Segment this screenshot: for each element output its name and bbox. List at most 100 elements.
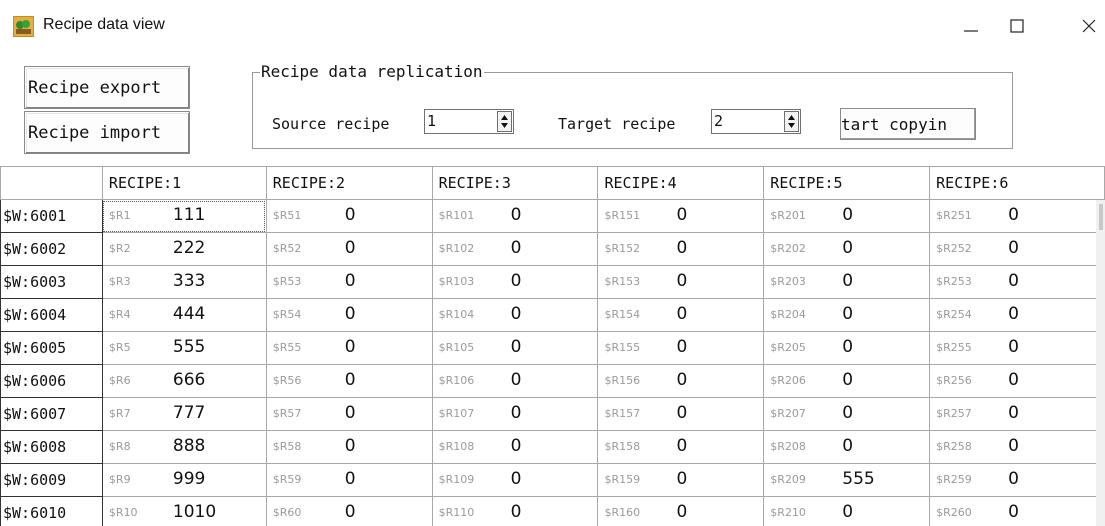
recipe-import-button[interactable]: Recipe import <box>24 111 190 154</box>
cell-value[interactable]: 444 <box>173 304 205 324</box>
cell-value[interactable]: 0 <box>511 238 522 258</box>
table-cell[interactable]: $R260 0 <box>929 496 1105 526</box>
column-header[interactable]: RECIPE:2 <box>265 166 433 200</box>
table-cell[interactable]: $R159 0 <box>597 463 765 497</box>
cell-value[interactable]: 0 <box>1008 469 1019 489</box>
table-cell[interactable]: $R206 0 <box>763 364 931 398</box>
table-cell[interactable]: $R1 111 <box>101 199 267 233</box>
row-header[interactable]: $W:6010 <box>0 496 103 526</box>
table-cell[interactable]: $R254 0 <box>929 298 1105 332</box>
cell-value[interactable]: 0 <box>345 469 356 489</box>
cell-value[interactable]: 0 <box>676 469 687 489</box>
cell-value[interactable]: 0 <box>511 205 522 225</box>
source-recipe-value[interactable]: 1 <box>427 112 436 130</box>
table-cell[interactable]: $R4 444 <box>101 298 267 332</box>
cell-value[interactable]: 333 <box>173 271 205 291</box>
cell-value[interactable]: 0 <box>842 337 853 357</box>
table-cell[interactable]: $R109 0 <box>431 463 599 497</box>
cell-value[interactable]: 0 <box>1008 436 1019 456</box>
cell-value[interactable]: 0 <box>842 271 853 291</box>
cell-value[interactable]: 999 <box>173 469 205 489</box>
table-cell[interactable]: $R57 0 <box>265 397 433 431</box>
cell-value[interactable]: 0 <box>1008 502 1019 522</box>
table-cell[interactable]: $R6 666 <box>101 364 267 398</box>
minimize-button[interactable] <box>954 12 988 40</box>
cell-value[interactable]: 1010 <box>173 502 216 522</box>
row-header[interactable]: $W:6006 <box>0 364 103 398</box>
row-header[interactable]: $W:6003 <box>0 265 103 299</box>
table-cell[interactable]: $R51 0 <box>265 199 433 233</box>
table-cell[interactable]: $R102 0 <box>431 232 599 266</box>
recipe-export-button[interactable]: Recipe export <box>24 66 190 109</box>
table-cell[interactable]: $R107 0 <box>431 397 599 431</box>
column-header[interactable]: RECIPE:1 <box>101 166 267 200</box>
table-cell[interactable]: $R207 0 <box>763 397 931 431</box>
cell-value[interactable]: 0 <box>1008 403 1019 423</box>
column-header[interactable]: RECIPE:5 <box>763 166 931 200</box>
table-cell[interactable]: $R2 222 <box>101 232 267 266</box>
cell-value[interactable]: 0 <box>511 436 522 456</box>
start-copying-button[interactable]: tart copyin <box>840 108 976 140</box>
maximize-button[interactable] <box>1000 12 1034 40</box>
table-cell[interactable]: $R56 0 <box>265 364 433 398</box>
cell-value[interactable]: 0 <box>676 238 687 258</box>
cell-value[interactable]: 0 <box>345 436 356 456</box>
table-cell[interactable]: $R108 0 <box>431 430 599 464</box>
cell-value[interactable]: 0 <box>511 337 522 357</box>
cell-value[interactable]: 0 <box>842 205 853 225</box>
cell-value[interactable]: 0 <box>676 403 687 423</box>
cell-value[interactable]: 0 <box>842 370 853 390</box>
cell-value[interactable]: 0 <box>511 502 522 522</box>
table-cell[interactable]: $R52 0 <box>265 232 433 266</box>
table-cell[interactable]: $R54 0 <box>265 298 433 332</box>
table-cell[interactable]: $R252 0 <box>929 232 1105 266</box>
row-header[interactable]: $W:6009 <box>0 463 103 497</box>
cell-value[interactable]: 0 <box>676 502 687 522</box>
cell-value[interactable]: 0 <box>345 205 356 225</box>
table-cell[interactable]: $R106 0 <box>431 364 599 398</box>
table-cell[interactable]: $R155 0 <box>597 331 765 365</box>
target-recipe-spinbox[interactable]: 2 <box>711 109 801 134</box>
table-cell[interactable]: $R251 0 <box>929 199 1105 233</box>
cell-value[interactable]: 0 <box>511 304 522 324</box>
table-cell[interactable]: $R152 0 <box>597 232 765 266</box>
table-cell[interactable]: $R104 0 <box>431 298 599 332</box>
table-cell[interactable]: $R255 0 <box>929 331 1105 365</box>
table-cell[interactable]: $R210 0 <box>763 496 931 526</box>
cell-value[interactable]: 0 <box>842 238 853 258</box>
cell-value[interactable]: 0 <box>676 304 687 324</box>
table-cell[interactable]: $R59 0 <box>265 463 433 497</box>
vertical-scrollbar[interactable] <box>1096 200 1105 526</box>
target-spin-arrows[interactable] <box>784 111 799 132</box>
table-cell[interactable]: $R53 0 <box>265 265 433 299</box>
table-cell[interactable]: $R203 0 <box>763 265 931 299</box>
table-cell[interactable]: $R259 0 <box>929 463 1105 497</box>
table-cell[interactable]: $R5 555 <box>101 331 267 365</box>
table-cell[interactable]: $R60 0 <box>265 496 433 526</box>
cell-value[interactable]: 0 <box>511 271 522 291</box>
cell-value[interactable]: 111 <box>173 205 205 225</box>
cell-value[interactable]: 0 <box>511 370 522 390</box>
table-cell[interactable]: $R151 0 <box>597 199 765 233</box>
cell-value[interactable]: 0 <box>511 469 522 489</box>
close-button[interactable] <box>1072 12 1105 40</box>
table-cell[interactable]: $R201 0 <box>763 199 931 233</box>
target-recipe-value[interactable]: 2 <box>714 112 723 130</box>
table-cell[interactable]: $R3 333 <box>101 265 267 299</box>
cell-value[interactable]: 0 <box>511 403 522 423</box>
cell-value[interactable]: 0 <box>1008 238 1019 258</box>
cell-value[interactable]: 0 <box>345 304 356 324</box>
table-cell[interactable]: $R253 0 <box>929 265 1105 299</box>
cell-value[interactable]: 0 <box>1008 304 1019 324</box>
cell-value[interactable]: 0 <box>345 502 356 522</box>
table-cell[interactable]: $R9 999 <box>101 463 267 497</box>
source-recipe-spinbox[interactable]: 1 <box>424 109 514 134</box>
table-cell[interactable]: $R154 0 <box>597 298 765 332</box>
table-cell[interactable]: $R209 555 <box>763 463 931 497</box>
table-cell[interactable]: $R110 0 <box>431 496 599 526</box>
column-header[interactable]: RECIPE:3 <box>431 166 599 200</box>
table-cell[interactable]: $R8 888 <box>101 430 267 464</box>
cell-value[interactable]: 0 <box>345 370 356 390</box>
source-spin-arrows[interactable] <box>497 111 512 132</box>
cell-value[interactable]: 0 <box>842 403 853 423</box>
